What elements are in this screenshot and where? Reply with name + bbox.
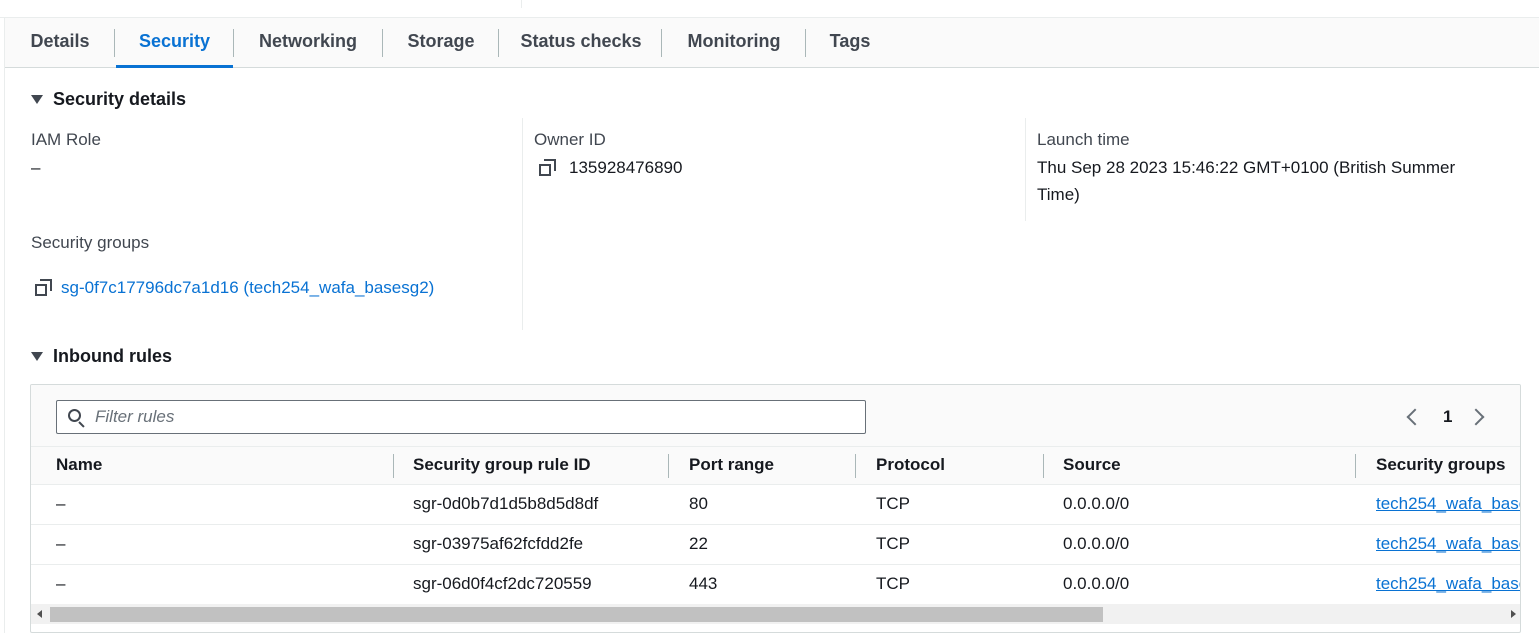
cell-security-group-link: tech254_wafa_basesg2 [1376,485,1520,525]
column-header-port-range[interactable]: Port range [689,447,774,485]
iam-role-label: IAM Role [31,130,101,149]
instance-detail-panel: Details Security Networking Storage Stat… [4,18,1539,633]
scroll-left-arrow-icon[interactable] [37,610,42,618]
cell-source: 0.0.0.0/0 [1063,534,1130,553]
column-resizer[interactable] [855,454,856,478]
column-header-rule-id[interactable]: Security group rule ID [413,447,591,485]
table-row: – sgr-06d0f4cf2dc720559 443 TCP 0.0.0.0/… [31,565,1520,605]
owner-id-value: 135928476890 [569,158,683,177]
page-number[interactable]: 1 [1443,407,1452,427]
tab-bar: Details Security Networking Storage Stat… [5,18,1539,68]
cell-name: – [56,494,66,513]
tab-divider [114,29,115,57]
table-toolbar: 1 [31,385,1520,447]
cell-rule-id: sgr-03975af62fcfdd2fe [413,534,584,553]
security-group-link[interactable]: tech254_wafa_basesg2 [1376,574,1520,593]
cell-port-range: 80 [689,494,708,513]
cell-security-group-link: tech254_wafa_basesg2 [1376,565,1520,605]
cell-protocol: TCP [876,574,910,593]
caret-down-icon [31,352,43,361]
filter-box [56,400,866,434]
inbound-rules-table: 1 Name Security group rule ID Port range… [30,384,1521,633]
column-resizer[interactable] [1043,454,1044,478]
column-resizer[interactable] [1355,454,1356,478]
chevron-right-icon[interactable] [1467,408,1485,426]
security-details-heading: Security details [53,89,187,109]
horizontal-scrollbar[interactable] [31,604,1520,624]
launch-time-label: Launch time [1037,130,1130,149]
inbound-rules-toggle[interactable]: Inbound rules [31,346,172,367]
tab-divider [805,29,806,57]
security-group-link[interactable]: tech254_wafa_basesg2 [1376,534,1520,553]
column-header-protocol[interactable]: Protocol [876,447,945,485]
cell-source: 0.0.0.0/0 [1063,574,1130,593]
copy-icon[interactable] [35,278,53,297]
chevron-left-icon[interactable] [1406,408,1424,426]
column-resizer[interactable] [668,454,669,478]
scrollbar-thumb[interactable] [50,607,1103,622]
column-divider [522,118,523,330]
tab-networking[interactable]: Networking [250,18,366,68]
copy-icon[interactable] [539,158,557,177]
column-header-name[interactable]: Name [56,447,102,485]
cell-name: – [56,534,66,553]
tab-security[interactable]: Security [116,18,233,68]
tab-storage[interactable]: Storage [398,18,484,68]
filter-rules-input[interactable] [95,401,855,433]
cell-rule-id: sgr-06d0f4cf2dc720559 [413,574,592,593]
pagination: 1 [1406,400,1485,434]
tab-monitoring[interactable]: Monitoring [678,18,790,68]
table-row: – sgr-0d0b7d1d5b8d5d8df 80 TCP 0.0.0.0/0… [31,485,1520,525]
tab-divider [233,29,234,57]
security-group-link[interactable]: sg-0f7c17796dc7a1d16 (tech254_wafa_bases… [61,274,434,301]
table-header: Name Security group rule ID Port range P… [31,447,1520,485]
top-strip [0,0,1539,18]
column-resizer[interactable] [393,454,394,478]
launch-time-line-1: Thu Sep 28 2023 15:46:22 GMT+0100 (Briti… [1037,158,1456,177]
cell-rule-id: sgr-0d0b7d1d5b8d5d8df [413,494,599,513]
search-icon [68,409,86,428]
column-divider [1025,118,1026,221]
cell-protocol: TCP [876,494,910,513]
security-groups-label: Security groups [31,233,150,252]
tab-divider [498,29,499,57]
cell-name: – [56,574,66,593]
tab-details[interactable]: Details [20,18,100,68]
column-header-source[interactable]: Source [1063,447,1121,485]
launch-time-line-2: Time) [1037,185,1080,204]
owner-id-label: Owner ID [534,130,606,149]
tab-status-checks[interactable]: Status checks [514,18,648,68]
cell-security-group-link: tech254_wafa_basesg2 [1376,525,1520,565]
cell-source: 0.0.0.0/0 [1063,494,1130,513]
caret-down-icon [31,95,43,104]
scroll-right-arrow-icon[interactable] [1511,610,1516,618]
tab-tags[interactable]: Tags [821,18,879,68]
iam-role-value: – [31,158,41,177]
security-group-link[interactable]: tech254_wafa_basesg2 [1376,494,1520,513]
tab-divider [661,29,662,57]
cell-protocol: TCP [876,534,910,553]
security-group-row: sg-0f7c17796dc7a1d16 (tech254_wafa_bases… [35,274,434,301]
inbound-rules-heading: Inbound rules [53,346,172,366]
table-row: – sgr-03975af62fcfdd2fe 22 TCP 0.0.0.0/0… [31,525,1520,565]
cell-port-range: 443 [689,574,718,593]
owner-id-row: 135928476890 [539,154,682,181]
column-header-security-groups[interactable]: Security groups [1376,447,1505,485]
cell-port-range: 22 [689,534,708,553]
security-details-toggle[interactable]: Security details [31,89,186,110]
tab-divider [382,29,383,57]
divider [521,0,522,8]
